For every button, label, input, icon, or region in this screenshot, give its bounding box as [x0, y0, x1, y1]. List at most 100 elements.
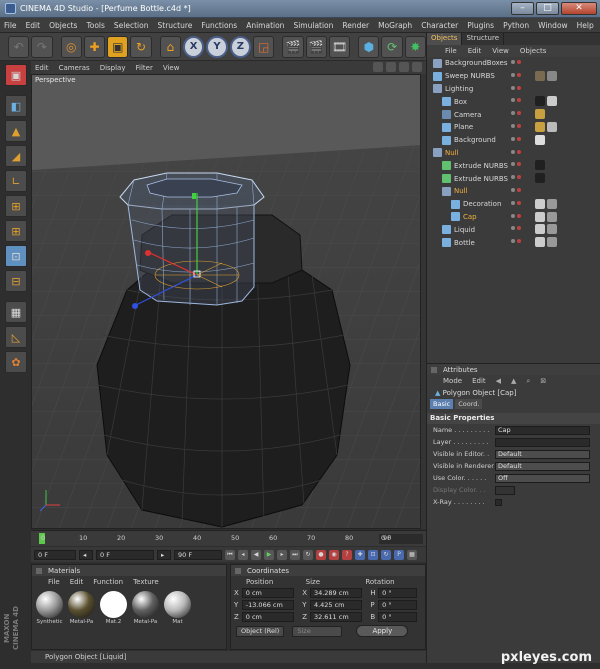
max-frame-arrow[interactable]: ▸ — [157, 549, 171, 560]
position-field[interactable]: -13.066 cm — [241, 600, 295, 610]
rotation-field[interactable]: 0 ° — [378, 600, 418, 610]
material-swatch[interactable]: Synthetic — [35, 591, 64, 625]
goto-start-icon[interactable]: ⏮ — [225, 549, 235, 560]
render-settings-icon[interactable]: 🎞 — [328, 35, 351, 58]
viewport-menu-edit[interactable]: Edit — [35, 64, 49, 72]
menu-mograph[interactable]: MoGraph — [378, 21, 412, 30]
move-tool-icon[interactable]: ✚ — [83, 35, 106, 58]
autokey-icon[interactable]: ◉ — [329, 549, 339, 560]
snap-icon[interactable]: ✿ — [5, 351, 27, 373]
rot-key-icon[interactable]: ↻ — [381, 549, 391, 560]
visibility-dots[interactable] — [511, 162, 521, 167]
end-frame-field[interactable]: 90 F — [174, 549, 222, 560]
maximize-view-icon[interactable] — [412, 62, 422, 72]
visibility-dots[interactable] — [511, 200, 521, 205]
undo-icon[interactable]: ↶ — [8, 35, 30, 58]
move-view-icon[interactable] — [373, 62, 383, 72]
objects-menu-edit[interactable]: Edit — [468, 47, 482, 55]
close-button[interactable]: ✕ — [561, 2, 597, 15]
materials-menu-texture[interactable]: Texture — [133, 578, 159, 586]
menu-functions[interactable]: Functions — [201, 21, 237, 30]
attribute-input[interactable] — [495, 437, 590, 447]
objects-menu-file[interactable]: File — [445, 47, 457, 55]
materials-menu-file[interactable]: File — [48, 578, 60, 586]
timeline-ruler[interactable]: 0 F 0 10 20 30 40 50 60 70 80 90 — [31, 530, 426, 546]
object-row[interactable]: Lighting — [427, 83, 600, 96]
visibility-dots[interactable] — [511, 226, 521, 231]
scale-tool-icon[interactable]: ▣ — [107, 35, 129, 58]
lock-icon[interactable]: ⊠ — [540, 377, 546, 385]
viewport-menu-display[interactable]: Display — [100, 64, 126, 72]
visibility-dots[interactable] — [511, 98, 521, 103]
object-row[interactable]: Sweep NURBS — [427, 70, 600, 83]
visibility-dots[interactable] — [511, 239, 521, 244]
minimize-button[interactable]: – — [511, 2, 534, 15]
back-arrow-icon[interactable]: ◀ — [496, 377, 501, 385]
menu-python[interactable]: Python — [503, 21, 529, 30]
materials-menu-function[interactable]: Function — [93, 578, 123, 586]
size-mode-dropdown[interactable]: Size — [292, 625, 343, 637]
visibility-dots[interactable] — [511, 123, 521, 128]
menu-window[interactable]: Window — [538, 21, 568, 30]
y-axis-lock-button[interactable]: Y — [206, 35, 228, 58]
visibility-dots[interactable] — [511, 175, 521, 180]
size-field[interactable]: 34.289 cm — [309, 588, 363, 598]
scale-key-icon[interactable]: ⊡ — [368, 549, 378, 560]
material-tag-icon[interactable] — [535, 96, 545, 107]
make-editable-icon[interactable]: ▣ — [5, 64, 27, 86]
panel-grip-icon[interactable] — [235, 567, 241, 574]
material-tag-icon[interactable] — [535, 70, 545, 81]
attribute-input[interactable]: Cap — [495, 425, 590, 435]
material-swatch[interactable]: Metal-Pa — [67, 591, 96, 625]
material-tag-icon[interactable] — [535, 134, 545, 145]
coordinate-mode-dropdown[interactable]: Object (Rel) — [236, 625, 285, 637]
material-tag-icon[interactable] — [547, 96, 557, 107]
record-keys-icon[interactable]: ● — [316, 549, 326, 560]
search-icon[interactable]: ⌕ — [526, 377, 530, 386]
object-row[interactable]: Extrude NURBS — [427, 159, 600, 172]
attribute-dropdown[interactable]: Off — [495, 473, 590, 483]
objects-menu-view[interactable]: View — [492, 47, 509, 55]
param-key-icon[interactable]: P — [394, 549, 404, 560]
use-polygons-tool-icon[interactable]: ⊞ — [5, 220, 27, 242]
object-row[interactable]: Liquid — [427, 223, 600, 236]
menu-file[interactable]: File — [4, 21, 17, 30]
coordinate-system-icon[interactable]: ◲ — [253, 35, 275, 58]
menu-help[interactable]: Help — [577, 21, 594, 30]
panel-grip-icon[interactable] — [431, 366, 437, 373]
object-row[interactable]: BackgroundBoxes — [427, 57, 600, 70]
goto-end-icon[interactable]: ⏭ — [290, 549, 300, 560]
attribute-dropdown[interactable]: Default — [495, 461, 590, 471]
material-swatch[interactable]: Metal-Pa — [131, 591, 160, 625]
menu-simulation[interactable]: Simulation — [293, 21, 333, 30]
attr-menu-mode[interactable]: Mode — [443, 377, 462, 385]
object-row[interactable]: Null — [427, 147, 600, 160]
render-view-icon[interactable]: 🎬 — [282, 35, 304, 58]
object-row[interactable]: Decoration — [427, 198, 600, 211]
menu-structure[interactable]: Structure — [158, 21, 193, 30]
material-tag-icon[interactable] — [535, 237, 545, 248]
viewport-menu-cameras[interactable]: Cameras — [59, 64, 90, 72]
prev-frame-icon[interactable]: ◀ — [251, 549, 261, 560]
panel-grip-icon[interactable] — [36, 567, 42, 574]
rotate-tool-icon[interactable]: ↻ — [130, 35, 152, 58]
visibility-dots[interactable] — [511, 187, 521, 192]
use-object-axis-icon[interactable]: ▲ — [5, 120, 27, 142]
object-row[interactable]: Box — [427, 95, 600, 108]
min-frame-arrow[interactable]: ◂ — [79, 549, 93, 560]
size-field[interactable]: 4.425 cm — [309, 600, 363, 610]
attr-menu-edit[interactable]: Edit — [472, 377, 486, 385]
enable-axis-icon[interactable]: ⊟ — [5, 270, 27, 292]
menu-selection[interactable]: Selection — [114, 21, 149, 30]
material-tag-icon[interactable] — [535, 109, 545, 120]
material-swatch[interactable]: Mat.2 — [99, 591, 128, 625]
start-frame-field[interactable]: 0 F — [34, 549, 76, 560]
position-field[interactable]: 0 cm — [241, 612, 295, 622]
zoom-view-icon[interactable] — [386, 62, 396, 72]
material-tag-icon[interactable] — [535, 198, 545, 209]
use-texture-tool-icon[interactable]: ◢ — [5, 145, 27, 167]
rotate-view-icon[interactable] — [399, 62, 409, 72]
menu-objects[interactable]: Objects — [49, 21, 77, 30]
keyframe-selection-icon[interactable]: ? — [342, 549, 352, 560]
loop-icon[interactable]: ↻ — [303, 549, 313, 560]
